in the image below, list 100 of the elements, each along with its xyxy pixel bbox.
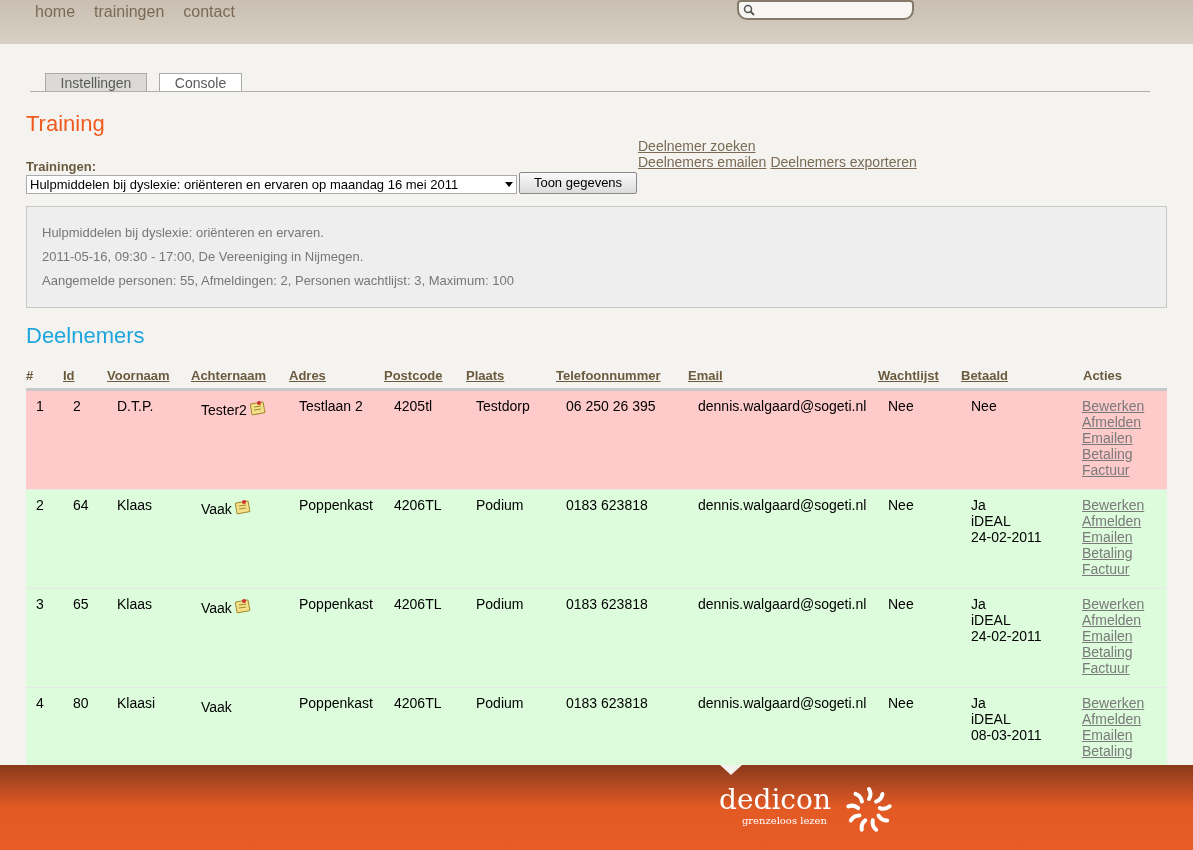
column-header[interactable]: Wachtlijst — [878, 368, 939, 383]
action-link[interactable]: Bewerken — [1082, 596, 1145, 612]
section-title: Training — [26, 111, 106, 137]
logo-text: dedicon — [719, 785, 831, 815]
table-cell-text: Poppenkast — [298, 695, 374, 713]
action-link[interactable]: Bewerken — [1082, 497, 1145, 513]
table-cell: Vaak — [201, 600, 232, 616]
table-cell-text: 65 — [72, 596, 90, 614]
column-header[interactable]: Voornaam — [107, 368, 170, 383]
action-link[interactable]: Bewerken — [1082, 398, 1145, 414]
tab[interactable]: Instellingen — [45, 73, 147, 91]
field-label: Trainingen: — [26, 159, 98, 175]
table-cell-text: Ja — [971, 497, 987, 513]
table-cell-text: 1 — [35, 398, 45, 416]
action-link[interactable]: Emailen — [1082, 529, 1133, 545]
action-link[interactable]: Betaling — [1082, 644, 1133, 660]
table-cell-text: dennis.walgaard@sogeti.nl — [697, 695, 868, 713]
column-header[interactable]: Id — [63, 368, 75, 383]
table-cell-text: D.T.P. — [116, 398, 155, 416]
table-cell-text: 0183 623818 — [565, 596, 649, 614]
table-cell-text: iDEAL — [971, 612, 1012, 628]
column-header[interactable]: Plaats — [466, 368, 505, 383]
table-cell-text: 2 — [72, 398, 82, 416]
table-cell-text: 0183 623818 — [565, 695, 649, 713]
action-link[interactable]: Deelnemer zoeken — [638, 138, 756, 154]
action-link[interactable]: Afmelden — [1082, 612, 1142, 628]
note-icon[interactable] — [233, 499, 252, 515]
action-link[interactable]: Emailen — [1082, 430, 1133, 446]
logo-tagline: grenzeloos lezen — [741, 815, 827, 827]
action-link[interactable]: Betaling — [1082, 446, 1133, 462]
table-cell-text: 24-02-2011 — [971, 529, 1043, 545]
action-link[interactable]: Factuur — [1082, 660, 1130, 676]
nav-link[interactable]: trainingen — [94, 2, 165, 22]
action-link[interactable]: Factuur — [1082, 561, 1130, 577]
table-cell-text: 4206TL — [393, 596, 443, 614]
training-select[interactable]: Hulpmiddelen bij dyslexie: oriënteren en ervaren op maandag 16 mei 2011 — [26, 175, 517, 194]
table-cell-text: dennis.walgaard@sogeti.nl — [697, 398, 868, 416]
info-text: Aangemelde personen: 55, Afmeldingen: 2, Personen wachtlijst: 3, Maximum: 100 — [42, 273, 515, 289]
table-cell-text: Ja — [971, 695, 987, 711]
note-icon[interactable] — [248, 400, 267, 416]
table-cell-text: 06 250 26 395 — [565, 398, 657, 416]
table-cell: Vaak — [201, 699, 232, 715]
search-field[interactable] — [737, 0, 914, 20]
column-header[interactable]: Achternaam — [191, 368, 267, 383]
table-cell-text: 24-02-2011 — [971, 628, 1043, 644]
column-header[interactable]: Telefoonnummer — [556, 368, 661, 383]
action-link[interactable]: Afmelden — [1082, 711, 1142, 727]
action-link[interactable]: Betaling — [1082, 545, 1133, 561]
table-cell-text: dennis.walgaard@sogeti.nl — [697, 596, 868, 614]
caret-icon — [505, 182, 513, 187]
table-cell-text: Nee — [887, 497, 915, 515]
action-link[interactable]: Deelnemers exporteren — [770, 154, 917, 170]
logo-burst-icon — [844, 785, 893, 835]
column-header: # — [26, 368, 34, 383]
table-cell-text: Podium — [475, 596, 525, 614]
column-header: Acties — [1083, 368, 1123, 383]
info-text: 2011-05-16, 09:30 - 17:00, De Vereeniging in Nijmegen. — [42, 249, 365, 265]
search-icon — [743, 4, 755, 16]
table-cell-text: Poppenkast — [298, 596, 374, 614]
table-cell-text: 3 — [35, 596, 45, 614]
action-link[interactable]: Emailen — [1082, 727, 1133, 743]
action-link[interactable]: Betaling — [1082, 743, 1133, 759]
column-header[interactable]: Email — [688, 368, 723, 383]
action-link[interactable]: Bewerken — [1082, 695, 1145, 711]
section-title: Deelnemers — [26, 323, 146, 349]
table-cell-text: Ja — [971, 596, 987, 612]
nav-link[interactable]: home — [35, 2, 76, 22]
tab[interactable]: Console — [159, 73, 242, 91]
nav-link[interactable]: contact — [183, 2, 235, 22]
table-cell-text: Testlaan 2 — [298, 398, 364, 416]
table-cell-text: 64 — [72, 497, 90, 515]
table-cell-text: 4206TL — [393, 695, 443, 713]
note-icon[interactable] — [233, 598, 252, 614]
table-cell-text: iDEAL — [971, 711, 1012, 727]
column-header[interactable]: Betaald — [961, 368, 1008, 383]
table-cell-text: dennis.walgaard@sogeti.nl — [697, 497, 868, 515]
table-cell-text: Podium — [475, 695, 525, 713]
table-cell-text: 4205tl — [393, 398, 434, 416]
table-cell-text: Klaas — [116, 596, 154, 614]
info-text: Hulpmiddelen bij dyslexie: oriënteren en ervaren. — [42, 225, 325, 241]
table-cell-text: 0183 623818 — [565, 497, 649, 515]
table-cell-text: 4 — [35, 695, 45, 713]
table-cell-text: Podium — [475, 497, 525, 515]
action-link[interactable]: Factuur — [1082, 462, 1130, 478]
table-cell-text: Nee — [887, 596, 915, 614]
column-header[interactable]: Postcode — [384, 368, 443, 383]
table-cell: Vaak — [201, 501, 232, 517]
column-header[interactable]: Adres — [289, 368, 326, 383]
action-link[interactable]: Emailen — [1082, 628, 1133, 644]
table-cell-text: Nee — [887, 695, 915, 713]
action-link[interactable]: Deelnemers emailen — [638, 154, 767, 170]
table-cell-text: Nee — [971, 398, 998, 414]
table-cell-text: Klaasi — [116, 695, 157, 713]
table-cell-text: 4206TL — [393, 497, 443, 515]
action-link[interactable]: Afmelden — [1082, 513, 1142, 529]
table-cell-text: Nee — [887, 398, 915, 416]
show-data-button[interactable]: Toon gegevens — [519, 172, 637, 194]
table-cell-text: 80 — [72, 695, 90, 713]
table-cell-text: Klaas — [116, 497, 154, 515]
action-link[interactable]: Afmelden — [1082, 414, 1142, 430]
